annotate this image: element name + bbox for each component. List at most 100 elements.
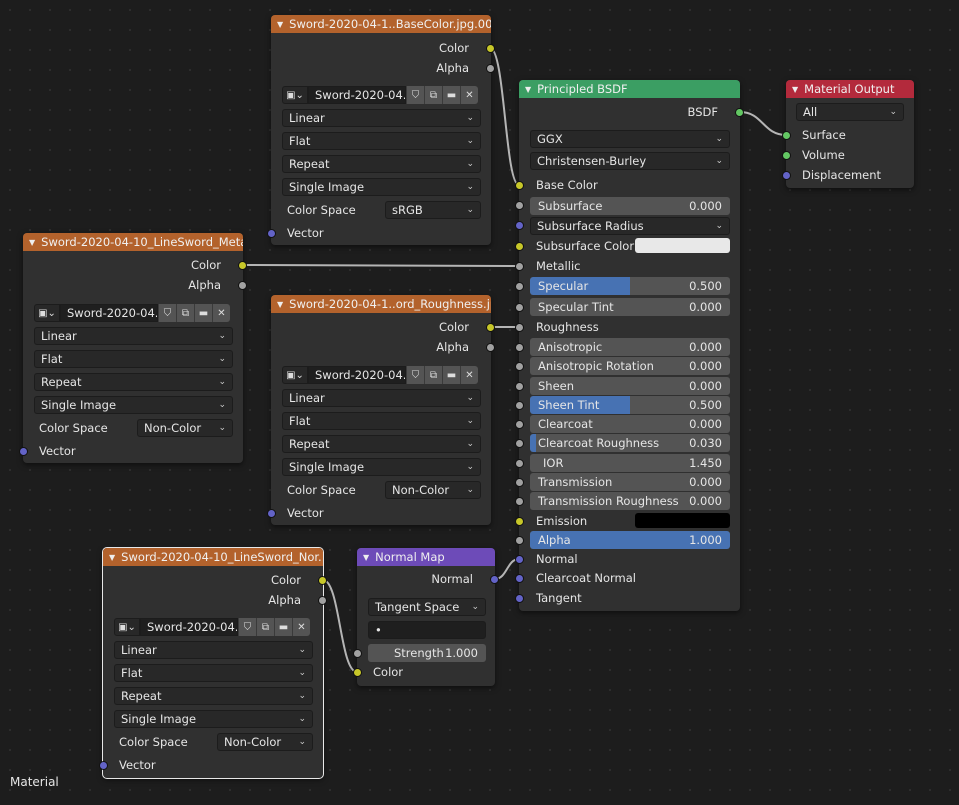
input-tangent-socket[interactable] (515, 594, 524, 603)
image-name-field[interactable]: Sword-2020-04.. (60, 304, 158, 322)
projection-dropdown[interactable]: Flat ⌄ (114, 664, 313, 682)
subsurface-method-dropdown[interactable]: Christensen-Burley ⌄ (530, 152, 730, 170)
transmission-field[interactable]: Transmission 0.000 (530, 473, 730, 491)
duplicate-icon[interactable]: ⧉ (176, 304, 194, 322)
input-transmission-socket[interactable] (515, 478, 524, 487)
emission-color-swatch[interactable] (635, 513, 730, 528)
input-emission-socket[interactable] (515, 517, 524, 526)
principled-bsdf-node[interactable]: ▼ Principled BSDF BSDF GGX ⌄ Christensen-B… (515, 80, 744, 611)
input-ior-socket[interactable] (515, 459, 524, 468)
image-name-field[interactable]: Sword-2020-04.. (308, 86, 406, 104)
input-vector-socket[interactable] (99, 761, 108, 770)
collapse-triangle-icon[interactable]: ▼ (792, 85, 798, 94)
fake-user-shield-icon[interactable]: ⛉ (406, 86, 424, 104)
collapse-triangle-icon[interactable]: ▼ (109, 553, 115, 562)
input-clearcoat-roughness-socket[interactable] (515, 439, 524, 448)
image-texture-node-normal[interactable]: ▼ Sword-2020-04-10_LineSword_Nor.. Color … (99, 547, 327, 779)
output-color-socket[interactable] (486, 323, 495, 332)
node-header[interactable]: ▼ Sword-2020-04-1..BaseColor.jpg.001 (271, 15, 491, 33)
input-base-color-socket[interactable] (515, 181, 524, 190)
output-alpha-socket[interactable] (486, 343, 495, 352)
duplicate-icon[interactable]: ⧉ (256, 618, 274, 636)
open-folder-icon[interactable]: ▬ (442, 366, 460, 384)
output-alpha-socket[interactable] (238, 281, 247, 290)
image-texture-node-roughness[interactable]: ▼ Sword-2020-04-1..ord_Roughness.jpg Colo… (267, 295, 495, 525)
open-folder-icon[interactable]: ▬ (194, 304, 212, 322)
output-normal-socket[interactable] (490, 575, 499, 584)
output-color-socket[interactable] (238, 261, 247, 270)
node-header[interactable]: ▼ Principled BSDF (519, 80, 740, 98)
image-browse-icon[interactable]: ▣⌄ (34, 304, 60, 322)
sheen-field[interactable]: Sheen 0.000 (530, 377, 730, 395)
fake-user-shield-icon[interactable]: ⛉ (406, 366, 424, 384)
input-vector-socket[interactable] (19, 447, 28, 456)
interpolation-dropdown[interactable]: Linear ⌄ (114, 641, 313, 659)
input-roughness-socket[interactable] (515, 323, 524, 332)
input-vector-socket[interactable] (267, 509, 276, 518)
interpolation-dropdown[interactable]: Linear ⌄ (282, 389, 481, 407)
input-sheen-socket[interactable] (515, 382, 524, 391)
node-header[interactable]: ▼ Sword-2020-04-10_LineSword_Nor.. (103, 548, 323, 566)
normal-map-node[interactable]: ▼ Normal Map Normal Tangent Space ⌄ • Stre… (353, 548, 499, 686)
input-anisotropic-socket[interactable] (515, 343, 524, 352)
input-subsurface-socket[interactable] (515, 201, 524, 210)
source-dropdown[interactable]: Single Image ⌄ (114, 710, 313, 728)
input-metallic-socket[interactable] (515, 262, 524, 271)
source-dropdown[interactable]: Single Image ⌄ (282, 458, 481, 476)
anisotropic-field[interactable]: Anisotropic 0.000 (530, 338, 730, 356)
input-anisotropic-rotation-socket[interactable] (515, 362, 524, 371)
fake-user-shield-icon[interactable]: ⛉ (238, 618, 256, 636)
output-bsdf-socket[interactable] (735, 108, 744, 117)
target-dropdown[interactable]: All ⌄ (796, 103, 904, 121)
node-header[interactable]: ▼ Normal Map (357, 548, 495, 566)
node-header[interactable]: ▼ Sword-2020-04-10_LineSword_Meta.. (23, 233, 243, 251)
ior-field[interactable]: IOR 1.450 (530, 454, 730, 472)
extension-dropdown[interactable]: Repeat ⌄ (34, 373, 233, 391)
input-displacement-socket[interactable] (782, 171, 791, 180)
input-strength-socket[interactable] (353, 649, 362, 658)
transmission-roughness-field[interactable]: Transmission Roughness 0.000 (530, 492, 730, 510)
image-texture-node-metallic[interactable]: ▼ Sword-2020-04-10_LineSword_Meta.. Color… (19, 233, 247, 463)
collapse-triangle-icon[interactable]: ▼ (363, 553, 369, 562)
color-space-dropdown[interactable]: sRGB ⌄ (385, 201, 481, 219)
subsurface-field[interactable]: Subsurface 0.000 (530, 197, 730, 215)
node-header[interactable]: ▼ Material Output (786, 80, 914, 98)
node-header[interactable]: ▼ Sword-2020-04-1..ord_Roughness.jpg (271, 295, 491, 313)
unlink-close-icon[interactable]: ✕ (212, 304, 230, 322)
input-clearcoat-socket[interactable] (515, 420, 524, 429)
duplicate-icon[interactable]: ⧉ (424, 366, 442, 384)
open-folder-icon[interactable]: ▬ (442, 86, 460, 104)
color-space-dropdown[interactable]: Non-Color ⌄ (137, 419, 233, 437)
unlink-close-icon[interactable]: ✕ (460, 86, 478, 104)
input-sheen-tint-socket[interactable] (515, 401, 524, 410)
specular-field[interactable]: Specular 0.500 (530, 277, 730, 295)
input-transmission-roughness-socket[interactable] (515, 497, 524, 506)
anisotropic-rotation-field[interactable]: Anisotropic Rotation 0.000 (530, 357, 730, 375)
subsurface-color-swatch[interactable] (635, 238, 730, 253)
open-folder-icon[interactable]: ▬ (274, 618, 292, 636)
alpha-field[interactable]: Alpha 1.000 (530, 531, 730, 549)
input-normal-socket[interactable] (515, 555, 524, 564)
input-specular-tint-socket[interactable] (515, 303, 524, 312)
clearcoat-roughness-field[interactable]: Clearcoat Roughness 0.030 (530, 434, 730, 452)
collapse-triangle-icon[interactable]: ▼ (277, 20, 283, 29)
material-output-node[interactable]: ▼ Material Output All ⌄ Surface Volume Dis… (782, 80, 914, 188)
input-subsurface-radius-socket[interactable] (515, 221, 524, 230)
input-vector-socket[interactable] (267, 229, 276, 238)
fake-user-shield-icon[interactable]: ⛉ (158, 304, 176, 322)
unlink-close-icon[interactable]: ✕ (460, 366, 478, 384)
subsurface-radius-dropdown[interactable]: Subsurface Radius ⌄ (530, 217, 730, 235)
image-name-field[interactable]: Sword-2020-04.. (308, 366, 406, 384)
specular-tint-field[interactable]: Specular Tint 0.000 (530, 298, 730, 316)
input-color-socket[interactable] (353, 668, 362, 677)
source-dropdown[interactable]: Single Image ⌄ (34, 396, 233, 414)
source-dropdown[interactable]: Single Image ⌄ (282, 178, 481, 196)
interpolation-dropdown[interactable]: Linear ⌄ (34, 327, 233, 345)
extension-dropdown[interactable]: Repeat ⌄ (282, 155, 481, 173)
space-dropdown[interactable]: Tangent Space ⌄ (368, 598, 486, 616)
extension-dropdown[interactable]: Repeat ⌄ (282, 435, 481, 453)
projection-dropdown[interactable]: Flat ⌄ (34, 350, 233, 368)
image-browse-icon[interactable]: ▣⌄ (282, 86, 308, 104)
collapse-triangle-icon[interactable]: ▼ (277, 300, 283, 309)
image-browse-icon[interactable]: ▣⌄ (114, 618, 140, 636)
